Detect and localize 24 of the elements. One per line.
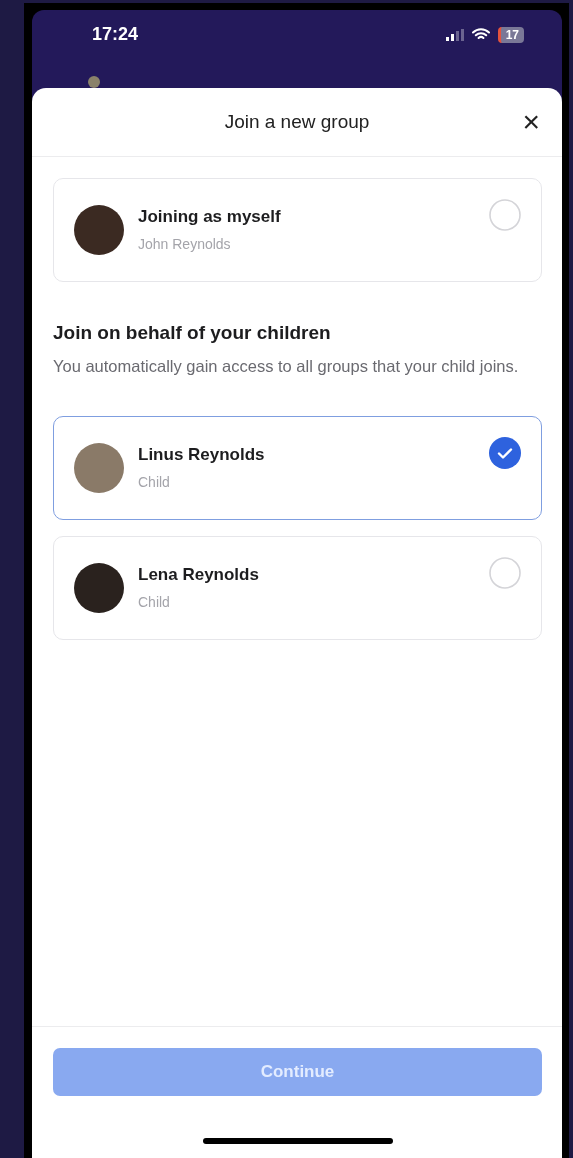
section-heading: Join on behalf of your children — [53, 322, 332, 344]
avatar — [74, 563, 124, 613]
option-subtitle: John Reynolds — [138, 236, 232, 252]
child-role: Child — [138, 594, 171, 610]
section-description: You automatically gain access to all groups that your child joins. — [53, 356, 520, 377]
wifi-icon — [471, 28, 490, 41]
option-card[interactable]: Linus Reynolds Child — [53, 416, 542, 520]
child-name: Lena Reynolds — [138, 565, 260, 585]
option-card[interactable]: Lena Reynolds Child — [53, 536, 542, 640]
option-card[interactable]: Joining as myself John Reynolds — [53, 178, 542, 282]
status-time: 17:24 — [92, 24, 139, 45]
avatar — [74, 205, 124, 255]
option-title: Joining as myself — [138, 207, 282, 227]
radio-checked-icon — [489, 437, 521, 469]
sheet-title: Join a new group — [224, 111, 370, 133]
close-button[interactable]: × — [518, 105, 544, 139]
avatar — [88, 76, 100, 88]
signal-icon — [445, 28, 464, 41]
battery-indicator: 17 — [497, 26, 524, 43]
avatar — [74, 443, 124, 493]
radio-icon — [489, 557, 521, 589]
child-role: Child — [138, 474, 171, 490]
radio-icon — [489, 199, 521, 231]
child-name: Linus Reynolds — [138, 445, 266, 465]
